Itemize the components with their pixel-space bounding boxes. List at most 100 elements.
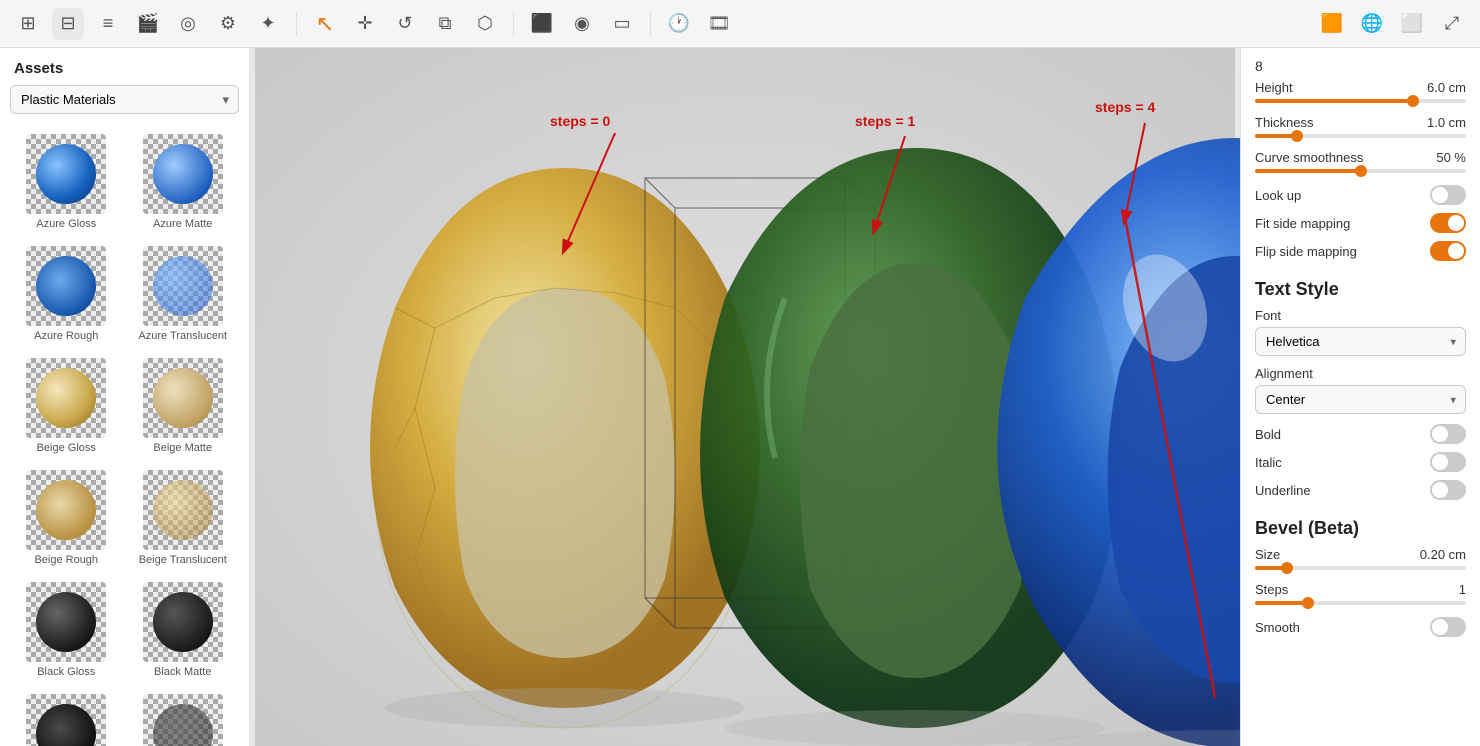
viewport-canvas[interactable]: steps = 0 steps = 1 steps = 4 (250, 48, 1240, 746)
height-thumb[interactable] (1407, 95, 1419, 107)
list-item[interactable]: Beige Matte (127, 352, 240, 460)
font-select[interactable]: Helvetica Arial Times New Roman Courier (1255, 327, 1466, 356)
thickness-thumb[interactable] (1291, 130, 1303, 142)
alignment-label: Alignment (1255, 366, 1466, 381)
look-up-toggle[interactable] (1430, 185, 1466, 205)
material-select[interactable]: Plastic Materials Metal Materials Glass … (10, 85, 239, 114)
list-item[interactable]: Black Gloss (10, 576, 123, 684)
height-label: Height (1255, 80, 1293, 95)
surface-icon[interactable]: ▭ (606, 8, 638, 40)
height-fill (1255, 99, 1413, 103)
alignment-dropdown[interactable]: Left Center Right (1255, 385, 1466, 414)
size-thumb[interactable] (1281, 562, 1293, 574)
smooth-label: Smooth (1255, 620, 1300, 635)
height-value: 6.0 cm (1427, 80, 1466, 95)
font-dropdown[interactable]: Helvetica Arial Times New Roman Courier (1255, 327, 1466, 356)
list-item[interactable]: Azure Translucent (127, 240, 240, 348)
history-icon[interactable]: 🕐 (663, 8, 695, 40)
sep2 (513, 12, 514, 36)
smooth-toggle[interactable] (1430, 617, 1466, 637)
font-label: Font (1255, 308, 1466, 323)
thickness-row: Thickness 1.0 cm (1255, 115, 1466, 130)
menu-icon[interactable]: ≡ (92, 8, 124, 40)
list-item[interactable]: Beige Gloss (10, 352, 123, 460)
export-icon[interactable]: ⬜ (1396, 8, 1428, 40)
size-label: Size (1255, 547, 1280, 562)
flip-side-toggle[interactable] (1430, 241, 1466, 261)
curve-slider[interactable] (1255, 169, 1466, 173)
cursor-icon[interactable]: ↖ (309, 8, 341, 40)
asset-thumb (26, 470, 106, 550)
asset-thumb (143, 694, 223, 746)
properties-panel: 8 Height 6.0 cm Thickness 1.0 cm Curve s… (1240, 48, 1480, 746)
italic-toggle[interactable] (1430, 452, 1466, 472)
list-item[interactable]: Black Rough (10, 688, 123, 746)
material-icon[interactable]: 🟧 (1316, 8, 1348, 40)
assets-sidebar: Assets Plastic Materials Metal Materials… (0, 48, 250, 746)
boolean-icon[interactable]: ◉ (566, 8, 598, 40)
asset-thumb (26, 134, 106, 214)
render-icon[interactable]: 🌐 (1356, 8, 1388, 40)
list-item[interactable]: Beige Translucent (127, 464, 240, 572)
grid-icon[interactable]: ⊟ (52, 8, 84, 40)
size-slider[interactable] (1255, 566, 1466, 570)
thickness-slider[interactable] (1255, 134, 1466, 138)
sphere-preview (153, 480, 213, 540)
height-slider[interactable] (1255, 99, 1466, 103)
sequence-icon[interactable]: 🎞 (703, 8, 735, 40)
fit-side-label: Fit side mapping (1255, 216, 1350, 231)
list-item[interactable]: Azure Rough (10, 240, 123, 348)
asset-label: Black Matte (154, 666, 211, 678)
curve-thumb[interactable] (1355, 165, 1367, 177)
material-dropdown[interactable]: Plastic Materials Metal Materials Glass … (10, 85, 239, 114)
annotation-steps4: steps = 4 (1095, 99, 1156, 115)
light-icon[interactable]: ✦ (252, 8, 284, 40)
steps-slider[interactable] (1255, 601, 1466, 605)
node-icon[interactable]: ⬡ (469, 8, 501, 40)
asset-grid: Azure Gloss Azure Matte Azure Rough (0, 124, 249, 746)
italic-row: Italic (1255, 452, 1466, 472)
fit-side-row: Fit side mapping (1255, 213, 1466, 233)
list-item[interactable]: Black Translucent (127, 688, 240, 746)
list-item[interactable]: Beige Rough (10, 464, 123, 572)
fit-side-toggle[interactable] (1430, 213, 1466, 233)
extrude-icon[interactable]: ⬛ (526, 8, 558, 40)
asset-label: Beige Matte (153, 442, 212, 454)
asset-label: Beige Gloss (37, 442, 96, 454)
toggle-knob (1432, 482, 1448, 498)
sphere-preview (36, 480, 96, 540)
toolbar: ⊞ ⊟ ≡ 🎬 ◎ ⚙ ✦ ↖ ✛ ↺ ⧉ ⬡ ⬛ ◉ ▭ 🕐 🎞 🟧 🌐 ⬜ … (0, 0, 1480, 48)
expand-icon[interactable]: ⤢ (1436, 8, 1468, 40)
asset-thumb (143, 582, 223, 662)
scale-icon[interactable]: ⧉ (429, 8, 461, 40)
flip-side-row: Flip side mapping (1255, 241, 1466, 261)
asset-label: Black Gloss (37, 666, 95, 678)
apps-icon[interactable]: ⊞ (12, 8, 44, 40)
move-icon[interactable]: ✛ (349, 8, 381, 40)
rotate-icon[interactable]: ↺ (389, 8, 421, 40)
size-value: 0.20 cm (1420, 547, 1466, 562)
wire-box (645, 178, 875, 628)
list-item[interactable]: Azure Gloss (10, 128, 123, 236)
bold-toggle[interactable] (1430, 424, 1466, 444)
thickness-label: Thickness (1255, 115, 1314, 130)
sphere-preview (36, 592, 96, 652)
underline-label: Underline (1255, 483, 1311, 498)
asset-thumb (143, 134, 223, 214)
list-item[interactable]: Azure Matte (127, 128, 240, 236)
assets-title: Assets (0, 48, 249, 85)
torus-green (700, 148, 1120, 746)
toggle-knob (1448, 215, 1464, 231)
steps-thumb[interactable] (1302, 597, 1314, 609)
smooth-row: Smooth (1255, 617, 1466, 637)
camera-icon[interactable]: 🎬 (132, 8, 164, 40)
target-icon[interactable]: ◎ (172, 8, 204, 40)
underline-toggle[interactable] (1430, 480, 1466, 500)
list-item[interactable]: Black Matte (127, 576, 240, 684)
settings-icon[interactable]: ⚙ (212, 8, 244, 40)
toggle-knob (1432, 619, 1448, 635)
curve-row: Curve smoothness 50 % (1255, 150, 1466, 165)
alignment-select[interactable]: Left Center Right (1255, 385, 1466, 414)
asset-thumb (143, 358, 223, 438)
asset-label: Azure Gloss (36, 218, 96, 230)
